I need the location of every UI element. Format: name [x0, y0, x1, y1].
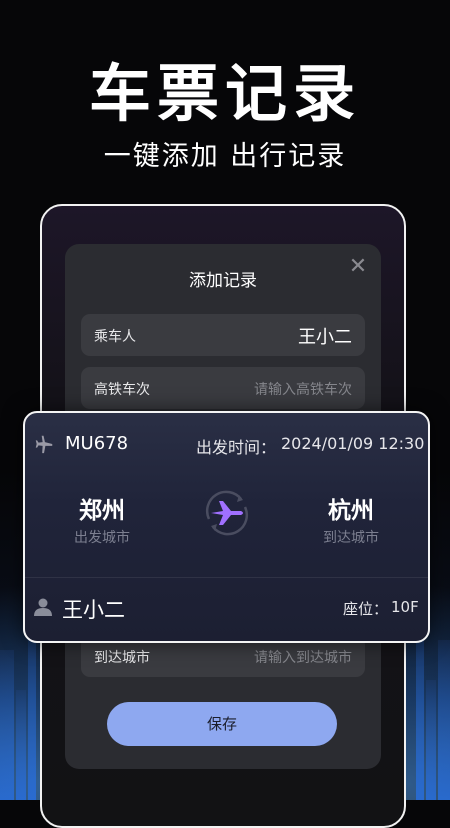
passenger-name: 王小二: [62, 598, 125, 622]
to-city-label: 到达城市: [323, 530, 379, 546]
hero-title: 车票记录: [88, 57, 361, 130]
seat-label: 座位：: [343, 600, 389, 618]
departure-time-label: 出发时间：: [196, 438, 277, 457]
arrival-city-label: 到达城市: [94, 650, 150, 666]
to-city: 杭州: [328, 498, 374, 524]
save-button[interactable]: 保存: [107, 702, 337, 746]
building-shape: [438, 640, 450, 800]
from-city: 郑州: [79, 498, 125, 524]
close-icon[interactable]: ✕: [347, 256, 369, 278]
departure-time: 2024/01/09 12:30: [281, 434, 425, 453]
train-number-row[interactable]: 高铁车次 请输入高铁车次: [81, 367, 365, 409]
train-number-label: 高铁车次: [94, 382, 150, 398]
passenger-row[interactable]: 乘车人 王小二: [81, 314, 365, 356]
from-city-label: 出发城市: [74, 530, 130, 546]
seat-number: 10F: [391, 598, 419, 616]
ticket-divider: [25, 577, 428, 578]
person-icon: [34, 598, 52, 616]
flight-number: MU678: [65, 433, 129, 454]
building-shape: [426, 680, 436, 800]
modal-title: 添加记录: [189, 271, 257, 291]
building-shape: [16, 690, 26, 800]
airplane-icon: [35, 435, 53, 454]
building-shape: [28, 620, 36, 800]
hero-subtitle: 一键添加 出行记录: [103, 141, 347, 172]
train-number-input[interactable]: 请输入高铁车次: [254, 379, 352, 399]
passenger-row-value: 王小二: [298, 327, 352, 348]
flight-ticket-card: MU678 出发时间： 2024/01/09 12:30 郑州 出发城市 杭州 …: [23, 411, 430, 643]
arrival-city-input[interactable]: 请输入到达城市: [254, 647, 352, 667]
plane-circle-icon: [205, 490, 249, 536]
building-shape: [0, 650, 14, 800]
passenger-row-label: 乘车人: [94, 329, 136, 345]
